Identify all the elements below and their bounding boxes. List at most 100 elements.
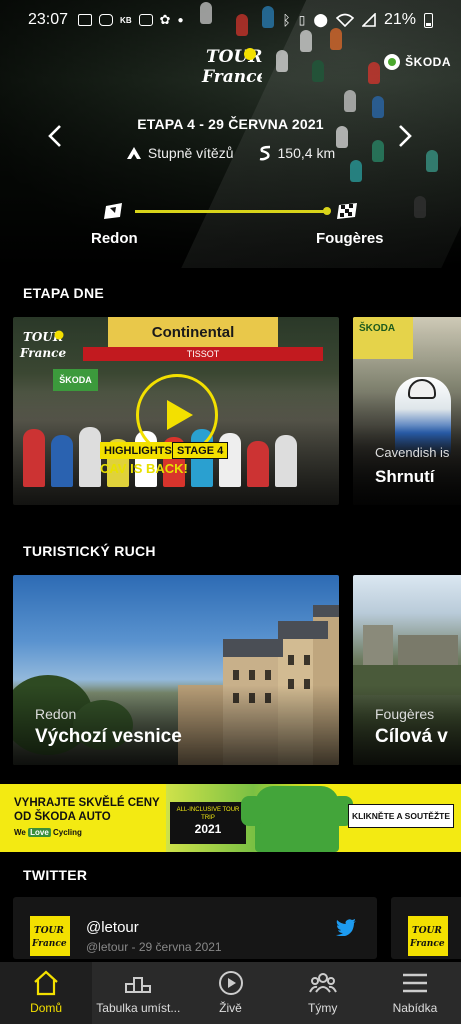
start-city: Redon xyxy=(91,230,138,247)
nav-label: Domů xyxy=(30,1001,63,1015)
window xyxy=(249,670,255,680)
nav-label: Živě xyxy=(219,1001,242,1015)
fan-icon: ✿ xyxy=(159,12,171,27)
bottom-navigation: Domů Tabulka umíst... Živě Týmy Nabídka xyxy=(0,962,461,1024)
nav-ranking[interactable]: Tabulka umíst... xyxy=(92,962,184,1024)
stage-route: Redon Fougères xyxy=(0,200,461,260)
route-end-dot xyxy=(323,207,331,215)
ad-headline-line-1: VYHRAJTE SKVĚLÉ CENY xyxy=(14,797,160,809)
etapa-dne-carousel[interactable]: Continental TISSOT ŠKODA TOUR France HIG… xyxy=(0,317,461,507)
svg-text:France: France xyxy=(19,346,66,360)
brand-love: Love xyxy=(28,828,51,837)
nav-live[interactable]: Živě xyxy=(184,962,276,1024)
home-icon xyxy=(34,970,58,996)
stage-meta: Stupně vítězů 150,4 km xyxy=(0,145,461,161)
window xyxy=(265,670,271,680)
ranking-icon xyxy=(125,977,152,993)
section-title-turisticky-ruch: TURISTICKÝ RUCH xyxy=(23,543,156,559)
nav-label: Nabídka xyxy=(392,1001,438,1015)
tour-de-france-logo[interactable]: TOUR France xyxy=(200,44,262,88)
instagram-icon xyxy=(99,14,114,26)
svg-text:France: France xyxy=(410,939,445,949)
rider-silhouette xyxy=(276,50,288,72)
castle-tower xyxy=(363,625,393,665)
tweet-handle: @letour xyxy=(86,919,139,936)
tweet-card[interactable]: TOUR France @letour @letour - 29 června … xyxy=(13,897,377,959)
roof xyxy=(278,621,328,639)
fof-icon xyxy=(138,14,153,26)
letour-avatar: TOUR France xyxy=(408,916,448,956)
nav-teams[interactable]: Týmy xyxy=(277,962,369,1024)
tour-trip-box: ALL-INCLUSIVE TOUR TRIP 2021 xyxy=(170,802,246,844)
finish-city: Fougères xyxy=(316,230,384,247)
tourism-subtitle: Fougères xyxy=(375,706,435,722)
video-card-summary[interactable]: ŠKODA Cavendish is Shrnutí xyxy=(353,317,461,505)
rider-figure xyxy=(79,427,101,487)
status-notification-icons: KB ✿ ● xyxy=(78,12,184,28)
stage-tag: STAGE 4 xyxy=(172,442,229,459)
status-bar: 23:07 KB ✿ ● ᛒ ▯ ⬤ 21% xyxy=(0,0,461,40)
tweet-card[interactable]: TOUR France xyxy=(391,897,461,959)
stage-hero: 23:07 KB ✿ ● ᛒ ▯ ⬤ 21% TOUR France ŠKODA xyxy=(0,0,461,268)
tourism-card-finish-town[interactable]: Fougères Cílová v xyxy=(353,575,461,765)
stage-type-label: Stupně vítězů xyxy=(147,145,234,161)
ad-headline: VYHRAJTE SKVĚLÉ CENY OD ŠKODA AUTO xyxy=(14,796,160,824)
start-flag-icon xyxy=(104,203,122,219)
dot-icon: ● xyxy=(177,14,184,26)
battery-icon xyxy=(424,12,433,28)
section-title-etapa-dne: ETAPA DNE xyxy=(23,285,104,301)
menu-icon xyxy=(402,973,427,993)
tourism-carousel[interactable]: Redon Výchozí vesnice Fougères Cílová v xyxy=(0,575,461,767)
tour-trip-year: 2021 xyxy=(194,822,222,836)
tour-de-france-mini-logo: TOUR France xyxy=(19,330,66,360)
rider-silhouette xyxy=(372,96,384,118)
ad-cta-button[interactable]: KLIKNĚTE A SOUTĚŽTE xyxy=(348,804,454,828)
skoda-contest-ad[interactable]: VYHRAJTE SKVĚLÉ CENY OD ŠKODA AUTO We Lo… xyxy=(0,784,461,852)
green-jersey-image xyxy=(241,786,353,852)
tourism-card-start-village[interactable]: Redon Výchozí vesnice xyxy=(13,575,339,765)
window xyxy=(304,655,310,665)
checkered-flag-icon xyxy=(337,203,357,219)
svg-text:France: France xyxy=(201,67,262,87)
kb-icon: KB xyxy=(120,15,132,25)
skoda-sign: ŠKODA xyxy=(353,317,413,359)
stage-distance-label: 150,4 km xyxy=(277,145,336,161)
tour-de-france-mini-logo: TOUR France xyxy=(32,926,67,949)
tour-de-france-mini-logo: TOUR France xyxy=(410,926,445,949)
card-gradient xyxy=(353,425,461,505)
we-love-cycling-logo: We Love Cycling xyxy=(14,828,82,837)
tourism-title: Cílová v xyxy=(375,726,448,747)
nav-menu[interactable]: Nabídka xyxy=(369,962,461,1024)
tissot-banner: TISSOT xyxy=(83,347,323,361)
nav-label: Týmy xyxy=(308,1001,338,1015)
card-gradient xyxy=(353,685,461,765)
roof xyxy=(313,605,339,617)
battery-text: 21% xyxy=(383,11,416,28)
rider-helmet xyxy=(408,379,436,399)
rider-silhouette xyxy=(350,160,362,182)
skoda-board: ŠKODA xyxy=(53,369,98,391)
video-title: Shrnutí xyxy=(375,467,435,486)
route-progress-line xyxy=(135,210,327,213)
route-distance-icon xyxy=(259,145,270,161)
rider-silhouette xyxy=(312,60,324,82)
tourism-title: Výchozí vesnice xyxy=(35,726,182,747)
continental-banner: Continental xyxy=(108,317,278,347)
nav-label: Tabulka umíst... xyxy=(96,1001,181,1015)
section-title-twitter: TWITTER xyxy=(23,867,88,883)
svg-text:TOUR: TOUR xyxy=(412,926,442,936)
message-icon xyxy=(78,14,93,26)
stage-type: Stupně vítězů xyxy=(126,145,234,161)
twitter-bird-icon xyxy=(336,919,356,936)
podium-icon xyxy=(126,147,141,159)
play-circle-icon xyxy=(218,971,243,995)
card-gradient xyxy=(13,685,339,765)
nav-home[interactable]: Domů xyxy=(0,962,93,1024)
teams-icon xyxy=(308,973,337,993)
signal-icon xyxy=(361,13,376,27)
rider-figure xyxy=(247,441,269,487)
location-icon: ⬤ xyxy=(313,12,328,27)
bluetooth-icon: ᛒ xyxy=(282,12,291,28)
video-subtitle: Cavendish is xyxy=(375,445,450,460)
video-card-highlights[interactable]: Continental TISSOT ŠKODA TOUR France HIG… xyxy=(13,317,339,505)
